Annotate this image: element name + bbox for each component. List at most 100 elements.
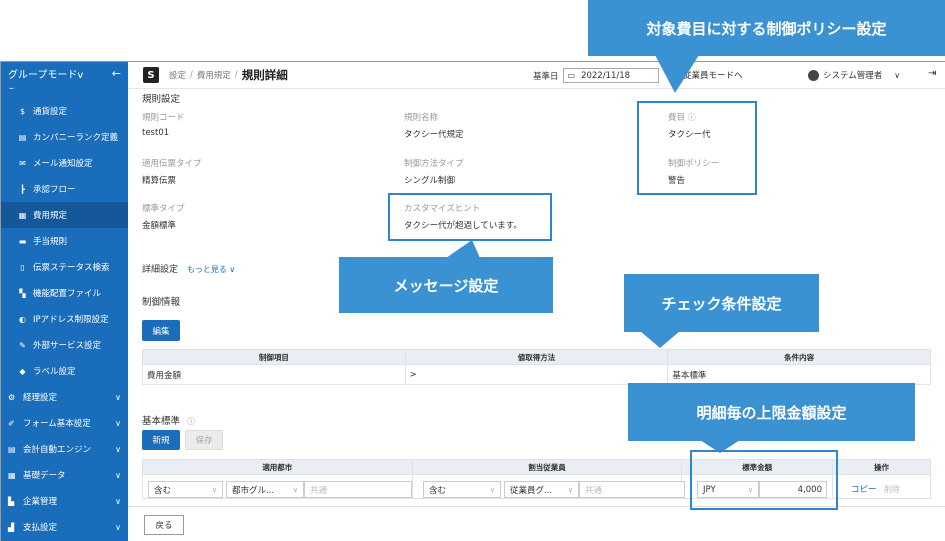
- employee-common-input[interactable]: 共通: [579, 481, 685, 498]
- show-more-link[interactable]: もっと見る ∨: [187, 265, 235, 274]
- chevron-down-icon: ∨: [115, 392, 121, 402]
- standard-type-value: 金額標準: [142, 221, 177, 231]
- callout-message-pointer: [446, 240, 480, 258]
- callout-check: チェック条件設定: [624, 274, 819, 332]
- rule-name-value: タクシー代規定: [404, 130, 464, 140]
- column-header: 制御項目: [142, 349, 406, 365]
- edit-button[interactable]: 編集: [142, 320, 180, 341]
- top-bar: S 設定 / 費用規定 / 規則詳細 基準日 ▭ 2022/11/18 従業員モ…: [128, 62, 945, 89]
- callout-policy: 対象費目に対する制御ポリシー設定: [588, 0, 945, 56]
- sidebar-group-form[interactable]: ✐ フォーム基本設定 ∨: [1, 410, 128, 436]
- column-header: 適用都市: [142, 459, 413, 475]
- sidebar-item-label[interactable]: ◆ ラベル設定: [1, 358, 128, 384]
- avatar: [808, 69, 819, 81]
- employee-group-select[interactable]: 従業員グ... ∨: [504, 481, 579, 498]
- callout-limit: 明細毎の上限金額設定: [628, 383, 915, 441]
- control-type-value: シングル制御: [404, 176, 456, 186]
- sidebar-item-external-service[interactable]: ✎ 外部サービス設定: [1, 332, 128, 358]
- sidebar-item-status-search[interactable]: ▯ 伝票ステータス検索: [1, 254, 128, 280]
- chevron-down-icon: ∨: [115, 522, 121, 532]
- flow-icon: ┣: [20, 184, 25, 194]
- employee-include-select[interactable]: 含む ∨: [423, 481, 501, 498]
- delete-link[interactable]: 削除: [884, 484, 900, 495]
- sidebar-item-mail[interactable]: ✉ メール通知設定: [1, 150, 128, 176]
- plug-icon: ✎: [19, 340, 26, 350]
- base-date-picker[interactable]: ▭ 2022/11/18: [562, 68, 659, 83]
- rule-section-title: 規則設定: [142, 94, 181, 105]
- doc-type-value: 精算伝票: [142, 176, 177, 186]
- app-logo[interactable]: S: [143, 67, 159, 83]
- payment-icon: ▟: [8, 522, 15, 532]
- chevron-down-icon: ∨: [115, 418, 121, 428]
- sidebar-item-expense-rule[interactable]: ▦ 費用規定: [1, 202, 128, 228]
- rule-code-label: 規則コード: [142, 113, 185, 123]
- sidebar-group-company[interactable]: ▙ 企業管理 ∨: [1, 488, 128, 514]
- sidebar-group-accounting[interactable]: ⚙ 経理設定 ∨: [1, 384, 128, 410]
- table-row: 費用金額 > 基本標準: [142, 364, 931, 385]
- sidebar-item-feature-file[interactable]: ▚ 機能配置ファイル: [1, 280, 128, 306]
- save-button[interactable]: 保存: [185, 430, 223, 450]
- column-header: 操作: [832, 459, 931, 475]
- chevron-down-icon: ∨: [115, 496, 121, 506]
- logout-icon[interactable]: ⇥: [928, 68, 936, 79]
- control-table: 制御項目 値取得方法 条件内容 費用金額 > 基本標準: [142, 349, 931, 385]
- standard-type-label: 標準タイプ: [142, 204, 185, 214]
- rank-icon: ▤: [18, 132, 27, 142]
- mode-label: グループモードv: [8, 69, 84, 81]
- collapse-sidebar-icon[interactable]: ←: [112, 67, 121, 80]
- grid-icon: ▚: [19, 288, 26, 298]
- base-date: 基準日 ▭ 2022/11/18: [533, 68, 659, 83]
- label-icon: ◆: [19, 366, 26, 376]
- chevron-down-icon: ∨: [894, 70, 901, 80]
- sidebar-item-currency[interactable]: $ 通貨設定: [1, 98, 128, 124]
- rule-name-label: 規則名称: [404, 113, 439, 123]
- city-group-select[interactable]: 都市グル... ∨: [226, 481, 304, 498]
- detail-settings-label: 詳細設定 もっと見る ∨: [142, 265, 236, 275]
- callout-message: メッセージ設定: [339, 257, 553, 313]
- currency-icon: $: [19, 106, 26, 116]
- sidebar-group-basedata[interactable]: ▦ 基礎データ ∨: [1, 462, 128, 488]
- table-cell: >: [404, 364, 669, 385]
- sidebar-item-company-rank[interactable]: ▤ カンパニーランク定義: [1, 124, 128, 150]
- table-header: 制御項目 値取得方法 条件内容: [142, 349, 931, 365]
- sidebar: グループモードv ← – $ 通貨設定 ▤ カンパニーランク定義 ✉ メール通知…: [1, 62, 128, 541]
- footer-bar: 戻る: [128, 506, 945, 541]
- city-common-input[interactable]: 共通: [304, 481, 412, 498]
- rule-icon: ▦: [18, 210, 27, 220]
- sidebar-item-approval-flow[interactable]: ┣ 承認フロー: [1, 176, 128, 202]
- mail-icon: ✉: [19, 158, 26, 168]
- new-button[interactable]: 新規: [142, 430, 180, 450]
- info-icon: ⓘ: [187, 417, 196, 426]
- control-type-label: 制御方法タイプ: [404, 159, 464, 169]
- table-cell: 基本標準: [667, 364, 931, 385]
- wrench-icon: ✐: [8, 418, 15, 428]
- calendar-icon: ▭: [567, 71, 576, 80]
- engine-icon: ▤: [8, 444, 16, 454]
- sidebar-group-engine[interactable]: ▤ 会計自動エンジン ∨: [1, 436, 128, 462]
- sidebar-item-allowance[interactable]: ▬ 手当規則: [1, 228, 128, 254]
- highlight-limit: [690, 450, 838, 510]
- allowance-icon: ▬: [18, 236, 27, 246]
- back-button[interactable]: 戻る: [144, 515, 184, 535]
- copy-link[interactable]: コピー: [851, 483, 877, 495]
- mode-switcher[interactable]: グループモードv ←: [1, 62, 128, 84]
- breadcrumb-settings[interactable]: 設定: [169, 69, 186, 81]
- sidebar-divider: –: [9, 83, 14, 94]
- city-include-select[interactable]: 含む ∨: [148, 481, 223, 498]
- sidebar-item-ip-restriction[interactable]: ◐ IPアドレス制限設定: [1, 306, 128, 332]
- table-cell: 費用金額: [142, 364, 406, 385]
- page-title: 規則詳細: [241, 68, 288, 82]
- gear-icon: ⚙: [8, 392, 16, 402]
- doc-type-label: 適用伝票タイプ: [142, 159, 202, 169]
- column-header: 条件内容: [667, 349, 931, 365]
- breadcrumb-expense-rule[interactable]: 費用規定: [197, 69, 231, 81]
- breadcrumb: 設定 / 費用規定 / 規則詳細: [169, 68, 288, 82]
- ip-icon: ◐: [19, 314, 26, 324]
- highlight-policy: [637, 101, 757, 195]
- highlight-message: [388, 193, 552, 241]
- user-menu[interactable]: システム管理者 ∨: [808, 69, 900, 81]
- basic-standard-title: 基本標準 ⓘ: [142, 416, 196, 427]
- callout-check-pointer: [640, 331, 680, 348]
- sidebar-group-payment[interactable]: ▟ 支払設定 ∨: [1, 514, 128, 540]
- database-icon: ▦: [8, 470, 16, 480]
